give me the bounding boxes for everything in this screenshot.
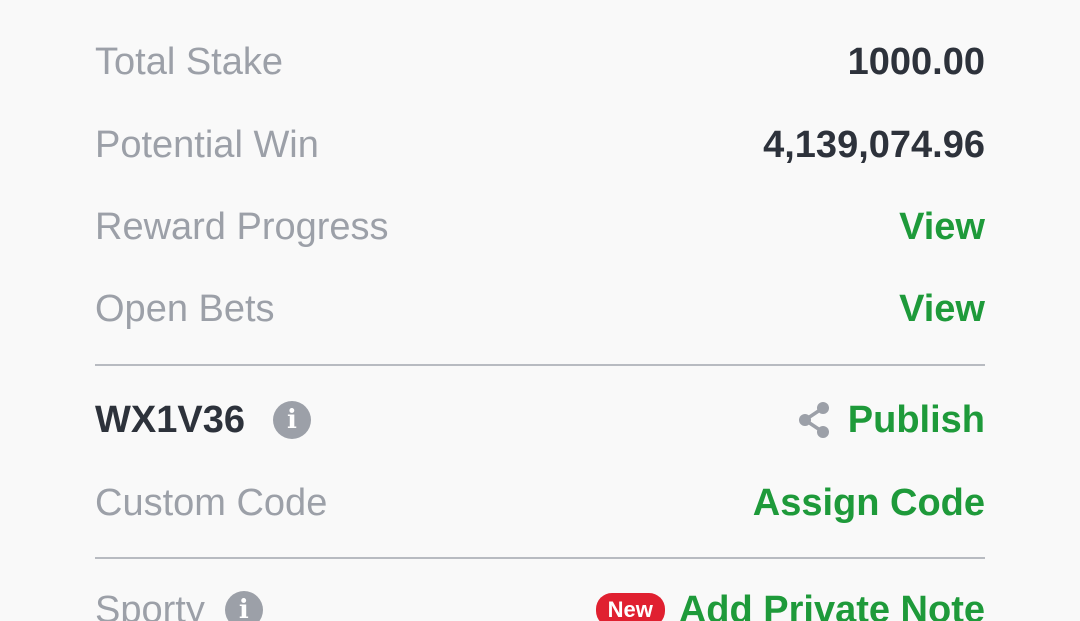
custom-code-row: Custom Code Assign Code <box>95 473 985 533</box>
potential-win-value: 4,139,074.96 <box>763 123 985 166</box>
total-stake-value: 1000.00 <box>847 40 985 83</box>
potential-win-row: Potential Win 4,139,074.96 <box>95 115 985 175</box>
total-stake-row: Total Stake 1000.00 <box>95 32 985 92</box>
bet-summary-panel: Total Stake 1000.00 Potential Win 4,139,… <box>0 0 1080 621</box>
publish-label[interactable]: Publish <box>848 399 985 442</box>
share-icon <box>798 402 829 438</box>
open-bets-row: Open Bets View <box>95 279 985 339</box>
potential-win-label: Potential Win <box>95 123 319 166</box>
reward-progress-row: Reward Progress View <box>95 197 985 257</box>
open-bets-view-link[interactable]: View <box>899 288 985 331</box>
reward-progress-view-link[interactable]: View <box>899 206 985 249</box>
divider <box>95 364 985 366</box>
open-bets-label: Open Bets <box>95 287 275 330</box>
info-icon[interactable]: i <box>272 401 311 439</box>
assign-code-link[interactable]: Assign Code <box>753 482 985 525</box>
sporty-label: Sporty <box>95 588 205 621</box>
sporty-group: Sporty i <box>95 589 263 621</box>
add-private-note-link[interactable]: Add Private Note <box>679 589 985 621</box>
booking-code: WX1V36 <box>95 398 245 441</box>
info-icon[interactable]: i <box>224 591 263 621</box>
custom-code-label: Custom Code <box>95 481 328 524</box>
new-badge: New <box>595 593 665 621</box>
booking-code-group: WX1V36 i <box>95 399 311 442</box>
publish-button[interactable]: Publish <box>794 399 985 442</box>
total-stake-label: Total Stake <box>95 40 283 83</box>
divider <box>95 557 985 559</box>
booking-code-row: WX1V36 i Publish <box>95 390 985 450</box>
reward-progress-label: Reward Progress <box>95 205 389 248</box>
add-private-note-button[interactable]: New Add Private Note <box>595 589 985 621</box>
sporty-row: Sporty i New Add Private Note <box>95 580 985 621</box>
